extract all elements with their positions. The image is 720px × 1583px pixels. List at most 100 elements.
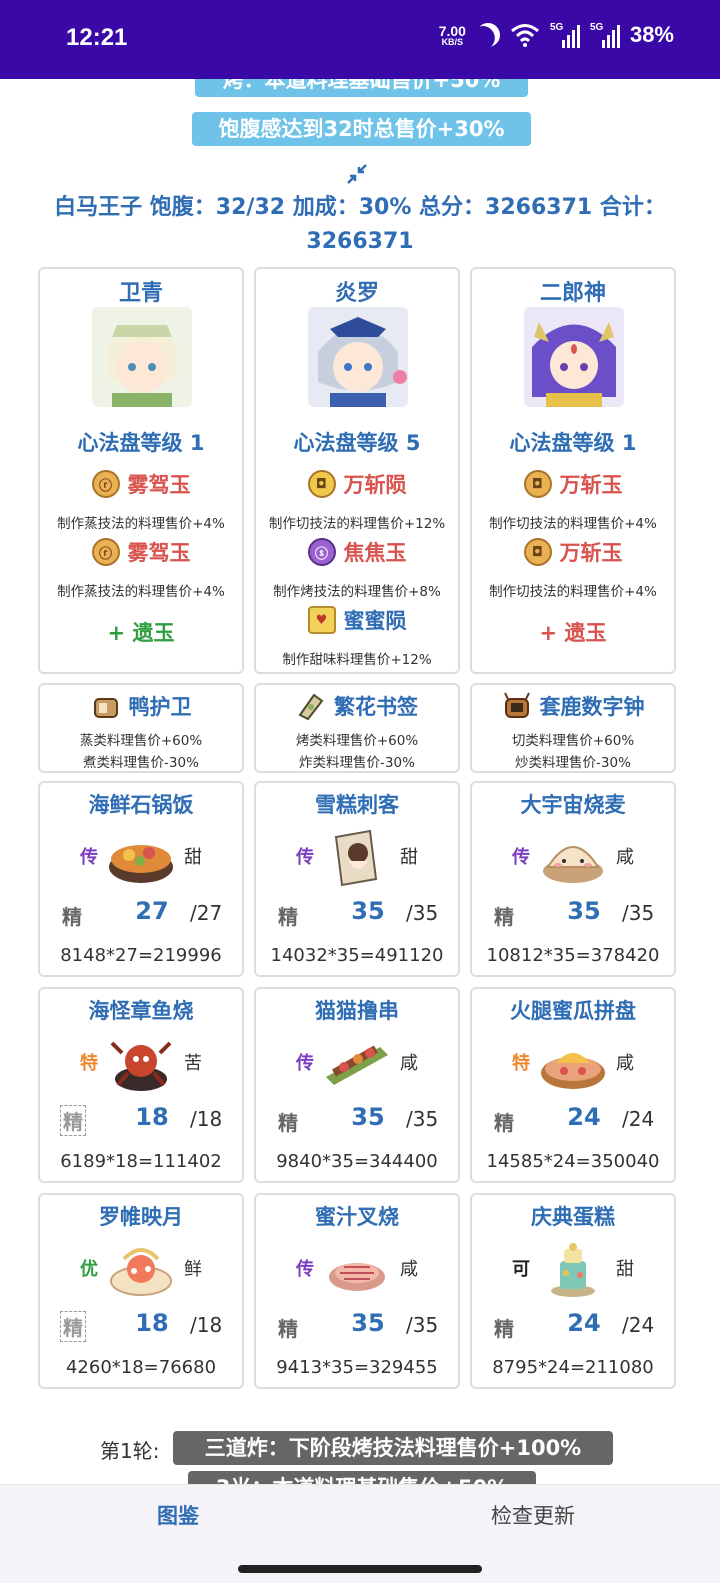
jade-desc: 制作蒸技法的料理售价+4% xyxy=(57,516,225,532)
dish-card[interactable]: 海鲜石锅饭 传 甜 精 27 /27 8148*27=219996 xyxy=(38,781,244,977)
add-remains-button[interactable]: + 遗玉 xyxy=(472,617,674,647)
dish-image xyxy=(541,1053,605,1089)
chef-avatar xyxy=(308,307,408,407)
level-label: 心法盘等级 1 xyxy=(509,431,637,455)
score-summary: 白马王子 饱腹：32/32 加成：30% 总分：3266371 合计：32663… xyxy=(54,195,666,254)
dish-image xyxy=(551,1243,595,1297)
level-label: 心法盘等级 1 xyxy=(77,431,205,455)
jade-desc: 制作烤技法的料理售价+8% xyxy=(273,584,441,600)
buff-pill: 饱腹感达到32时总售价+30% xyxy=(192,112,531,146)
dish-image xyxy=(326,1045,388,1085)
dish-calc: 14032*35=491120 xyxy=(270,945,444,966)
grade-label[interactable]: 精 xyxy=(60,1105,86,1136)
add-remains-button[interactable]: + 遗玉 xyxy=(40,617,242,647)
dish-count[interactable]: 24 xyxy=(564,1309,604,1337)
dish-card[interactable]: 罗帷映月 优 鲜 精 18 /18 4260*18=76680 xyxy=(38,1193,244,1389)
grade-label: 精 xyxy=(278,1317,298,1341)
main-content[interactable]: 烤：本道料理基础售价+50% 饱腹感达到32时总售价+30% 白马王子 饱腹：3… xyxy=(0,79,720,1484)
equip-card[interactable]: 繁花书签 烤类料理售价+60% 炸类料理售价-30% xyxy=(254,683,460,773)
chef-card[interactable]: 卫青 心法盘等级 1 ⓡ 雾驾玉 制作蒸技法的料理售价+4% ⓡ 雾驾玉 制作蒸… xyxy=(38,267,244,674)
collapse-icon[interactable] xyxy=(345,162,369,186)
dish-count[interactable]: 24 xyxy=(564,1103,604,1131)
taste-label: 苦 xyxy=(184,1053,202,1074)
jade-icon: ⓡ xyxy=(91,470,120,498)
dish-image xyxy=(109,845,173,883)
home-indicator[interactable] xyxy=(238,1565,482,1573)
dish-card[interactable]: 大宇宙烧麦 传 咸 精 35 /35 10812*35=378420 xyxy=(470,781,676,977)
dish-image xyxy=(334,829,378,887)
equip-card[interactable]: 套鹿数字钟 切类料理售价+60% 炒类料理售价-30% xyxy=(470,683,676,773)
dnd-moon-icon xyxy=(472,19,505,52)
chef-name: 炎罗 xyxy=(334,281,379,306)
rarity-label: 传 xyxy=(296,1053,314,1074)
jade-name: 雾驾玉 xyxy=(127,473,191,497)
net-speed-value: 7.00 xyxy=(438,22,466,39)
dish-calc: 10812*35=378420 xyxy=(486,945,660,966)
dish-card[interactable]: 火腿蜜瓜拼盘 特 咸 精 24 /24 14585*24=350040 xyxy=(470,987,676,1183)
status-bar: 12:21 7.00 KB/S 5G 5G 38% xyxy=(0,0,720,79)
dish-max: /35 xyxy=(406,901,439,925)
jade-desc: 制作切技法的料理售价+4% xyxy=(489,584,657,600)
dish-count[interactable]: 27 xyxy=(132,897,172,925)
jade-icon: ♥ xyxy=(307,606,336,634)
dish-calc: 14585*24=350040 xyxy=(486,1151,660,1172)
dish-name: 雪糕刺客 xyxy=(315,793,399,817)
buff-pill: 烤：本道料理基础售价+50% xyxy=(195,79,528,97)
jade-row: ◘ 万斩陨 xyxy=(256,469,458,499)
jade-name: 万斩陨 xyxy=(343,473,407,497)
chef-name: 卫青 xyxy=(118,281,163,306)
dish-card[interactable]: 庆典蛋糕 可 甜 精 24 /24 8795*24=211080 xyxy=(470,1193,676,1389)
taste-label: 甜 xyxy=(400,847,418,868)
tab-check-update[interactable]: 检查更新 xyxy=(491,1500,575,1530)
taste-label: 甜 xyxy=(184,847,202,868)
taste-label: 咸 xyxy=(616,847,634,868)
jade-row: ♥ 蜜蜜陨 xyxy=(256,605,458,635)
dish-count[interactable]: 35 xyxy=(564,897,604,925)
dish-name: 大宇宙烧麦 xyxy=(520,793,626,817)
jade-desc: 制作切技法的料理售价+12% xyxy=(268,516,446,532)
dish-image xyxy=(110,1248,172,1296)
chef-avatar xyxy=(524,307,624,407)
equip-effect: 煮类料理售价-30% xyxy=(83,755,199,771)
tab-catalog[interactable]: 图鉴 xyxy=(157,1500,199,1530)
jade-row: ◘ 万斩玉 xyxy=(472,469,674,499)
dish-max: /18 xyxy=(190,1313,223,1337)
dish-card[interactable]: 海怪章鱼烧 特 苦 精 18 /18 6189*18=111402 xyxy=(38,987,244,1183)
dish-count[interactable]: 18 xyxy=(132,1103,172,1131)
grade-label[interactable]: 精 xyxy=(60,1311,86,1342)
rarity-label: 传 xyxy=(296,1259,314,1280)
dish-calc: 9840*35=344400 xyxy=(276,1151,438,1172)
deer-clock-icon xyxy=(503,692,530,718)
signal-icon: 5G xyxy=(550,22,580,48)
dish-name: 蜜汁叉烧 xyxy=(315,1205,399,1229)
dish-count[interactable]: 18 xyxy=(132,1309,172,1337)
jade-icon: ⓢ xyxy=(307,538,336,566)
dish-image xyxy=(329,1263,385,1291)
dish-card[interactable]: 蜜汁叉烧 传 咸 精 35 /35 9413*35=329455 xyxy=(254,1193,460,1389)
dish-card[interactable]: 雪糕刺客 传 甜 精 35 /35 14032*35=491120 xyxy=(254,781,460,977)
jade-desc: 制作切技法的料理售价+4% xyxy=(489,516,657,532)
chef-card[interactable]: 炎罗 心法盘等级 5 ◘ 万斩陨 制作切技法的料理售价+12% ⓢ 焦焦玉 制作… xyxy=(254,267,460,674)
dish-calc: 8795*24=211080 xyxy=(492,1357,654,1378)
battery-level: 38% xyxy=(629,22,674,47)
signal-icon: 5G xyxy=(590,22,620,48)
dish-max: /18 xyxy=(190,1107,223,1131)
dish-calc: 4260*18=76680 xyxy=(65,1357,217,1378)
rarity-label: 可 xyxy=(512,1259,530,1280)
rarity-label: 特 xyxy=(80,1053,98,1074)
dish-count[interactable]: 35 xyxy=(348,897,388,925)
dish-count[interactable]: 35 xyxy=(348,1309,388,1337)
jade-name: 万斩玉 xyxy=(559,541,623,565)
chef-card[interactable]: 二郎神 心法盘等级 1 ◘ 万斩玉 制作切技法的料理售价+4% ◘ 万斩玉 制作… xyxy=(470,267,676,674)
round-label: 第1轮: xyxy=(100,1439,160,1463)
equip-effect: 切类料理售价+60% xyxy=(511,733,635,749)
equip-effect: 炒类料理售价-30% xyxy=(515,755,631,771)
dish-count[interactable]: 35 xyxy=(348,1103,388,1131)
status-time: 12:21 xyxy=(66,24,128,51)
dish-card[interactable]: 猫猫撸串 传 咸 精 35 /35 9840*35=344400 xyxy=(254,987,460,1183)
equip-card[interactable]: 鸭护卫 蒸类料理售价+60% 煮类料理售价-30% xyxy=(38,683,244,773)
jade-icon: ◘ xyxy=(523,538,552,566)
equip-effect: 烤类料理售价+60% xyxy=(295,733,419,749)
status-icons: 7.00 KB/S 5G 5G 38% xyxy=(439,22,674,48)
dish-name: 庆典蛋糕 xyxy=(531,1205,615,1229)
